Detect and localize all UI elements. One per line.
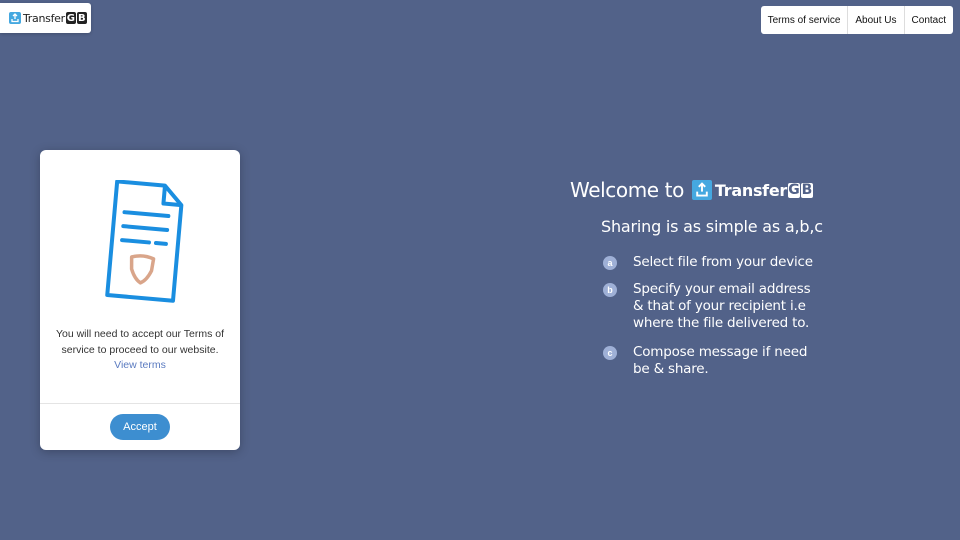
nav-about-us[interactable]: About Us	[848, 6, 905, 34]
step-item: a Select file from your device	[603, 254, 813, 271]
brand-suffix-letter: B	[76, 12, 87, 24]
document-shield-icon	[105, 180, 228, 305]
logo-link[interactable]: Transfer G B	[0, 3, 91, 33]
step-item: c Compose message if need be & share.	[603, 344, 807, 378]
nav-contact[interactable]: Contact	[905, 6, 953, 34]
upload-icon	[9, 12, 21, 24]
nav-terms-of-service[interactable]: Terms of service	[761, 6, 849, 34]
terms-dialog: You will need to accept our Terms of ser…	[40, 150, 240, 450]
brand-suffix: G B	[65, 12, 87, 24]
card-divider	[40, 403, 240, 404]
step-text: Select file from your device	[633, 254, 813, 270]
view-terms-link[interactable]: View terms	[40, 359, 240, 371]
brand-logo: Transfer G B	[9, 12, 87, 25]
top-nav: Terms of service About Us Contact	[760, 6, 953, 34]
accept-button[interactable]: Accept	[110, 414, 170, 440]
brand-logo: Transfer G B	[691, 180, 813, 200]
brand-name: Transfer	[23, 11, 65, 25]
brand-suffix-letter: G	[787, 182, 800, 198]
step-badge: b	[603, 283, 617, 297]
brand-suffix-letter: G	[65, 12, 76, 24]
step-badge: c	[603, 346, 617, 360]
welcome-text: Welcome to	[570, 178, 684, 202]
brand-suffix: G B	[787, 182, 813, 198]
brand-name: Transfer	[714, 180, 787, 200]
tagline: Sharing is as simple as a,b,c	[601, 217, 823, 236]
step-text: Compose message if need be & share.	[633, 344, 808, 377]
step-badge: a	[603, 256, 617, 270]
upload-icon	[691, 180, 712, 200]
terms-message: You will need to accept our Terms of ser…	[55, 328, 225, 356]
step-text: Specify your email address & that of you…	[633, 281, 811, 331]
step-item: b Specify your email address & that of y…	[603, 281, 811, 332]
welcome-heading: Welcome to Transfer G B	[570, 178, 813, 202]
brand-suffix-letter: B	[800, 182, 813, 198]
